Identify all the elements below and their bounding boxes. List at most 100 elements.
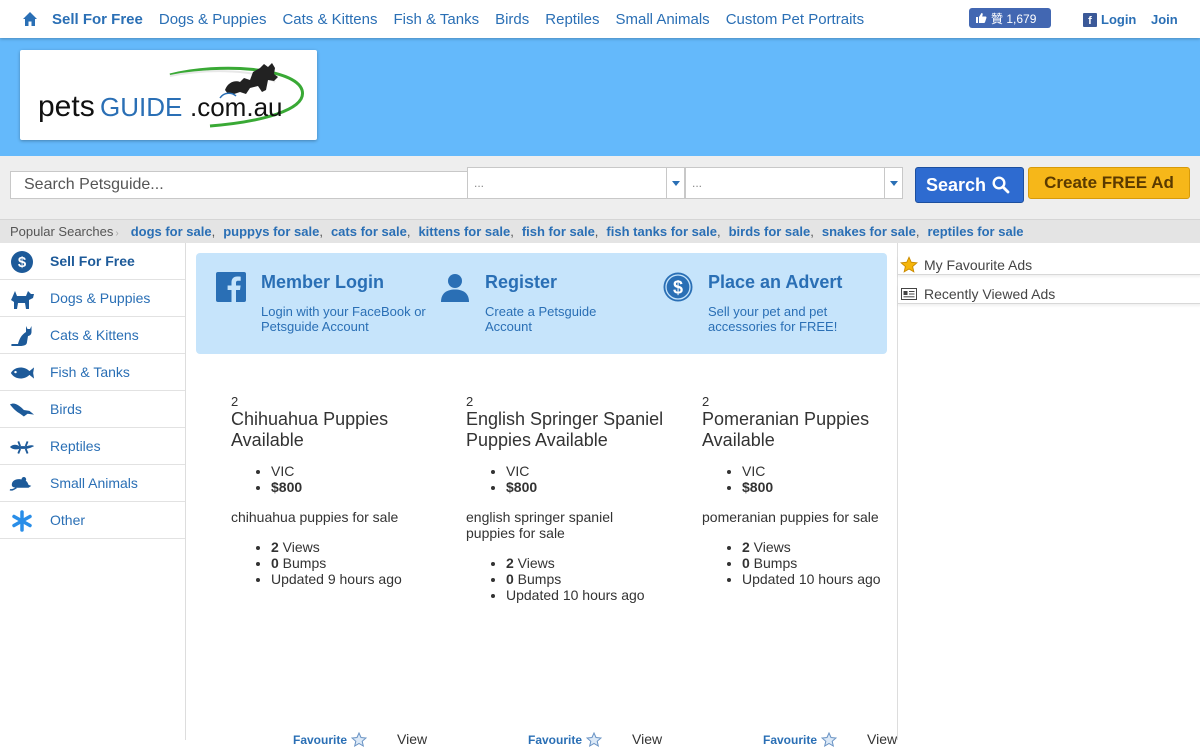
listing-updated: Updated 9 hours ago — [271, 571, 431, 587]
listing-card[interactable]: 2 English Springer Spaniel Puppies Avail… — [466, 394, 666, 604]
listing-photo-count: 2 — [466, 394, 474, 409]
top-nav-small-animals[interactable]: Small Animals — [615, 11, 709, 28]
listing-title[interactable]: Chihuahua Puppies Available — [231, 409, 431, 451]
listing-location: VIC — [506, 463, 666, 479]
facebook-like-button[interactable]: 贊 1,679 — [969, 8, 1051, 28]
fish-icon — [9, 361, 35, 385]
chevron-down-icon — [884, 168, 902, 198]
like-count: 贊 1,679 — [991, 11, 1037, 26]
popular-searches: Popular Searches dogs for sale, puppys f… — [0, 219, 1200, 243]
my-favourite-ads-link[interactable]: My Favourite Ads — [898, 255, 1200, 275]
sidebar-item-dogs-puppies[interactable]: Dogs & Puppies — [0, 280, 185, 317]
logo-graphic: pets GUIDE .com.au — [38, 63, 304, 128]
popular-search-link[interactable]: birds for sale — [729, 224, 811, 239]
logo-guide: GUIDE — [100, 92, 182, 122]
cat-icon — [9, 324, 35, 348]
listing-card[interactable]: 2 Pomeranian Puppies Available VIC $800 … — [702, 394, 902, 588]
top-nav-birds[interactable]: Birds — [495, 11, 529, 28]
listing-title[interactable]: Pomeranian Puppies Available — [702, 409, 902, 451]
bird-icon — [9, 398, 35, 422]
location-select[interactable]: ... — [685, 167, 903, 199]
dollar-icon: $ — [663, 272, 693, 302]
popular-search-link[interactable]: puppys for sale — [223, 224, 319, 239]
listing-actions: Favourite View — [293, 724, 427, 747]
logo-pets: pets — [38, 90, 95, 123]
view-button[interactable]: View — [397, 731, 427, 747]
my-favourite-ads-label: My Favourite Ads — [924, 256, 1033, 273]
asterisk-icon — [9, 509, 35, 533]
popular-search-link[interactable]: dogs for sale — [131, 224, 212, 239]
site-header: pets GUIDE .com.au — [0, 38, 1200, 156]
view-button[interactable]: View — [867, 731, 897, 747]
listing-card[interactable]: 2 Chihuahua Puppies Available VIC $800 c… — [231, 395, 431, 588]
member-login-block[interactable]: Member Login Login with your FaceBook or… — [215, 253, 426, 354]
place-advert-description: Sell your pet and pet accessories for FR… — [708, 304, 838, 334]
login-link[interactable]: f Login — [1083, 12, 1136, 27]
listing-title[interactable]: English Springer Spaniel Puppies Availab… — [466, 409, 666, 451]
thumbs-up-icon — [976, 13, 987, 23]
lizard-icon — [9, 435, 35, 459]
top-nav-reptiles[interactable]: Reptiles — [545, 11, 599, 28]
sidebar-item-fish-tanks[interactable]: Fish & Tanks — [0, 354, 185, 391]
listing-location: VIC — [271, 463, 431, 479]
dog-icon — [9, 287, 35, 311]
svg-text:$: $ — [18, 254, 27, 271]
listing-views: 2 Views — [742, 539, 902, 555]
search-button-label: Search — [926, 174, 987, 195]
join-link[interactable]: Join — [1151, 12, 1178, 27]
location-select-value: ... — [692, 176, 703, 190]
listing-actions: Favourite View — [528, 724, 662, 747]
sidebar-item-cats-kittens[interactable]: Cats & Kittens — [0, 317, 185, 354]
create-free-ad-button[interactable]: Create FREE Ad — [1028, 167, 1190, 199]
listing-bumps: 0 Bumps — [506, 571, 666, 587]
top-nav-cats-kittens[interactable]: Cats & Kittens — [282, 11, 377, 28]
register-block[interactable]: Register Create a Petsguide Account — [439, 253, 649, 354]
top-nav-custom-pet-portraits[interactable]: Custom Pet Portraits — [726, 11, 864, 28]
sidebar-item-label: Birds — [50, 401, 82, 417]
category-select[interactable]: ... — [467, 167, 685, 199]
top-nav-sell-for-free[interactable]: Sell For Free — [52, 11, 143, 28]
listing-updated: Updated 10 hours ago — [506, 587, 666, 603]
sidebar-item-label: Reptiles — [50, 438, 101, 454]
member-login-title: Member Login — [261, 272, 385, 292]
sidebar-item-sell-for-free[interactable]: $ Sell For Free — [0, 243, 185, 280]
popular-search-link[interactable]: kittens for sale — [418, 224, 510, 239]
listing-photo-count: 2 — [702, 394, 710, 409]
top-nav-dogs-puppies[interactable]: Dogs & Puppies — [159, 11, 267, 28]
home-icon[interactable] — [22, 11, 38, 27]
register-title: Register — [485, 272, 558, 292]
popular-search-link[interactable]: fish tanks for sale — [606, 224, 717, 239]
popular-search-link[interactable]: fish for sale — [522, 224, 595, 239]
search-icon — [992, 176, 1010, 194]
listing-description: english springer spaniel puppies for sal… — [466, 509, 614, 541]
sidebar-item-label: Sell For Free — [50, 253, 135, 269]
sidebar-item-birds[interactable]: Birds — [0, 391, 185, 428]
facebook-icon — [216, 272, 246, 302]
popular-search-link[interactable]: cats for sale — [331, 224, 407, 239]
sidebar-item-reptiles[interactable]: Reptiles — [0, 428, 185, 465]
petsguide-logo[interactable]: pets GUIDE .com.au — [20, 50, 317, 140]
sidebar-item-label: Dogs & Puppies — [50, 290, 151, 306]
category-select-value: ... — [474, 176, 485, 190]
dollar-icon: $ — [9, 250, 35, 274]
mouse-icon — [9, 472, 35, 496]
listing-price: $800 — [271, 479, 431, 495]
listing-bumps: 0 Bumps — [271, 555, 431, 571]
search-input[interactable]: Search Petsguide... — [10, 171, 468, 199]
right-panel: My Favourite Ads Recently Viewed Ads — [897, 243, 1200, 740]
recently-viewed-ads-link[interactable]: Recently Viewed Ads — [898, 284, 1200, 304]
place-advert-block[interactable]: $ Place an Advert Sell your pet and pet … — [662, 253, 882, 354]
facebook-icon: f — [1083, 12, 1097, 27]
popular-search-link[interactable]: snakes for sale — [822, 224, 916, 239]
logo-domain: .com.au — [190, 92, 283, 122]
sidebar-item-label: Cats & Kittens — [50, 327, 139, 343]
listing-description: chihuahua puppies for sale — [231, 509, 399, 525]
popular-search-link[interactable]: reptiles for sale — [927, 224, 1023, 239]
sidebar-item-small-animals[interactable]: Small Animals — [0, 465, 185, 502]
top-nav-fish-tanks[interactable]: Fish & Tanks — [394, 11, 480, 28]
search-button[interactable]: Search — [915, 167, 1024, 203]
view-button[interactable]: View — [632, 731, 662, 747]
sidebar-item-other[interactable]: Other — [0, 502, 185, 539]
info-banner: Member Login Login with your FaceBook or… — [196, 253, 887, 354]
login-label: Login — [1101, 12, 1137, 27]
